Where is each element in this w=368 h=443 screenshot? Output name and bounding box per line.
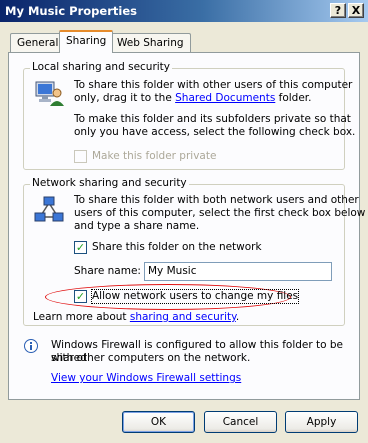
firewall-settings-link[interactable]: View your Windows Firewall settings [51, 372, 241, 385]
allow-change-checkbox[interactable]: ✓ [74, 290, 87, 303]
share-name-label: Share name: [74, 265, 141, 277]
share-folder-checkbox[interactable]: ✓ [74, 241, 87, 254]
tab-web-sharing[interactable]: Web Sharing [110, 33, 191, 53]
network-sharing-legend: Network sharing and security [30, 177, 189, 189]
share-name-input[interactable]: My Music [144, 262, 332, 281]
tab-sharing[interactable]: Sharing [59, 30, 114, 53]
local-para1-line1: To share this folder with other users of… [74, 79, 353, 91]
window-title: My Music Properties [5, 4, 137, 18]
local-para2-line2: only you have access, select the followi… [74, 126, 356, 138]
tab-general-label: General [17, 37, 59, 49]
apply-button[interactable]: Apply [285, 411, 358, 433]
computer-users-icon [34, 78, 64, 108]
local-sharing-legend: Local sharing and security [30, 61, 173, 73]
close-button[interactable]: X [348, 3, 364, 18]
make-private-label: Make this folder private [92, 150, 217, 162]
learn-more-suffix: . [235, 311, 240, 323]
tab-sharing-label: Sharing [66, 35, 107, 47]
local-para1-line2: only, drag it to the Shared Documents fo… [74, 92, 312, 105]
title-bar[interactable]: My Music Properties [0, 0, 368, 22]
help-button[interactable]: ? [330, 3, 346, 18]
network-para-line3: and type a share name. [74, 220, 200, 232]
ok-button[interactable]: OK [122, 411, 195, 433]
tab-general[interactable]: General [10, 33, 66, 53]
allow-change-label: Allow network users to change my files [90, 289, 300, 304]
network-icon [34, 195, 64, 225]
learn-more-prefix: Learn more about [33, 311, 130, 323]
share-folder-label: Share this folder on the network [92, 241, 262, 253]
cancel-button[interactable]: Cancel [204, 411, 277, 433]
firewall-line2: with other computers on the network. [51, 352, 251, 364]
make-private-checkbox[interactable] [74, 150, 87, 163]
tab-web-sharing-label: Web Sharing [117, 37, 184, 49]
learn-more-line: Learn more about sharing and security. [33, 311, 239, 324]
local-para1-prefix: only, drag it to the [74, 92, 176, 104]
network-para-line1: To share this folder with both network u… [74, 194, 359, 206]
network-para-line2: users of this computer, select the first… [74, 207, 366, 219]
shared-documents-link[interactable]: Shared Documents [175, 92, 275, 104]
info-icon [24, 339, 38, 353]
local-para2-line1: To make this folder and its subfolders p… [74, 113, 351, 125]
sharing-security-link[interactable]: sharing and security [130, 311, 236, 323]
local-para1-suffix: folder. [275, 92, 312, 104]
